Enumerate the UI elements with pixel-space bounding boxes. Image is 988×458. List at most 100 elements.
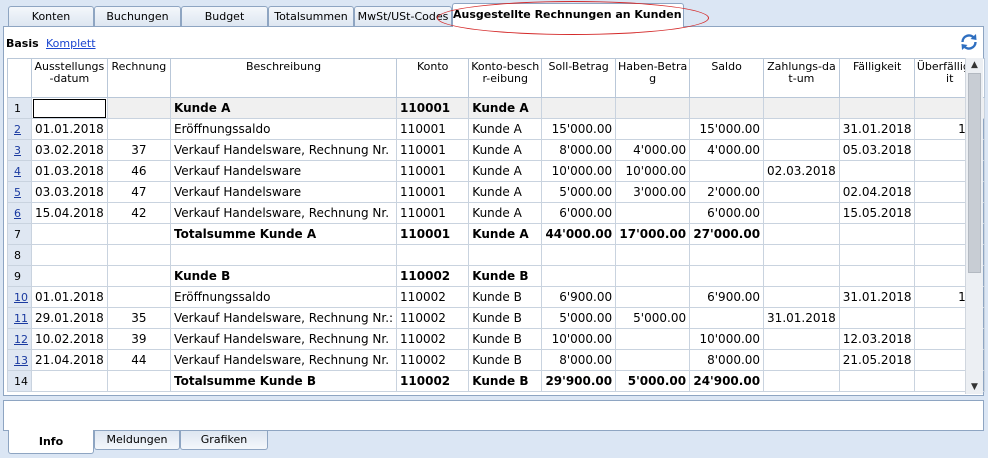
cell-ausstellungsdatum[interactable]: 10.02.2018 (31, 328, 108, 350)
cell-haben-betrag[interactable] (615, 118, 691, 140)
cell-ausstellungsdatum[interactable]: 15.04.2018 (31, 202, 108, 224)
cell-soll-betrag[interactable] (541, 244, 617, 266)
cell-saldo[interactable]: 15'000.00 (689, 118, 765, 140)
cell-ausstellungsdatum[interactable] (31, 370, 108, 392)
header-zahlungsdatum[interactable]: Zahlungs-dat-um (763, 58, 840, 98)
row-number[interactable]: 3 (7, 139, 32, 161)
cell-konto[interactable]: 110002 (396, 370, 470, 392)
cell-konto[interactable]: 110001 (396, 160, 470, 182)
row-number[interactable]: 4 (7, 160, 32, 182)
cell-ausstellungsdatum[interactable]: 21.04.2018 (31, 349, 108, 371)
cell-rechnung[interactable] (106, 97, 172, 119)
cell-soll-betrag[interactable] (541, 265, 617, 287)
row-number[interactable]: 9 (7, 265, 32, 287)
row-number[interactable]: 6 (7, 202, 32, 224)
header-saldo[interactable]: Saldo (689, 58, 765, 98)
cell-saldo[interactable]: 4'000.00 (689, 139, 765, 161)
cell-soll-betrag[interactable]: 15'000.00 (541, 118, 617, 140)
cell-zahlungsdatum[interactable] (763, 97, 840, 119)
cell-konto-beschreibung[interactable]: Kunde B (468, 307, 543, 329)
cell-zahlungsdatum[interactable] (763, 202, 840, 224)
cell-konto-beschreibung[interactable]: Kunde A (468, 181, 543, 203)
cell-rechnung[interactable]: 42 (106, 202, 172, 224)
header-haben-betrag[interactable]: Haben-Betrag (615, 58, 691, 98)
cell-faelligkeit[interactable] (838, 265, 916, 287)
table-row[interactable]: 12 10.02.2018 39 Verkauf Handelsware, Rechn… (7, 328, 985, 350)
cell-konto-beschreibung[interactable]: Kunde A (468, 97, 543, 119)
cell-saldo[interactable]: 2'000.00 (689, 181, 765, 203)
cell-konto-beschreibung[interactable]: Kunde B (468, 286, 543, 308)
cell-faelligkeit[interactable]: 21.05.2018 (838, 349, 916, 371)
tab-budget[interactable]: Budget (181, 6, 268, 26)
cell-zahlungsdatum[interactable] (763, 118, 840, 140)
cell-faelligkeit[interactable] (838, 97, 916, 119)
cell-saldo[interactable] (689, 160, 765, 182)
cell-rechnung[interactable]: 35 (106, 307, 172, 329)
cell-soll-betrag[interactable] (541, 97, 617, 119)
cell-faelligkeit[interactable] (838, 307, 916, 329)
cell-saldo[interactable]: 24'900.00 (689, 370, 765, 392)
cell-faelligkeit[interactable]: 15.05.2018 (838, 202, 916, 224)
cell-faelligkeit[interactable]: 12.03.2018 (838, 328, 916, 350)
cell-soll-betrag[interactable]: 5'000.00 (541, 181, 617, 203)
row-number[interactable]: 1 (7, 97, 32, 119)
cell-konto[interactable] (396, 244, 470, 266)
cell-rechnung[interactable] (106, 118, 172, 140)
table-row[interactable]: 6 15.04.2018 42 Verkauf Handelsware, Rechnu… (7, 202, 985, 224)
cell-faelligkeit[interactable]: 31.01.2018 (838, 286, 916, 308)
row-number[interactable]: 10 (7, 286, 32, 308)
cell-konto[interactable]: 110001 (396, 223, 470, 245)
scroll-up-icon[interactable]: ▲ (966, 58, 983, 72)
cell-ausstellungsdatum[interactable]: 01.01.2018 (31, 118, 108, 140)
cell-konto[interactable]: 110002 (396, 349, 470, 371)
cell-rechnung[interactable] (106, 223, 172, 245)
cell-ausstellungsdatum[interactable] (31, 97, 108, 119)
cell-haben-betrag[interactable] (615, 244, 691, 266)
header-ausstellungsdatum[interactable]: Ausstellungs-datum (31, 58, 108, 98)
cell-rechnung[interactable] (106, 370, 172, 392)
cell-faelligkeit[interactable] (838, 244, 916, 266)
cell-rechnung[interactable] (106, 244, 172, 266)
cell-saldo[interactable] (689, 265, 765, 287)
cell-konto[interactable]: 110002 (396, 328, 470, 350)
cell-beschreibung[interactable]: Verkauf Handelsware (169, 181, 398, 203)
cell-beschreibung[interactable]: Kunde B (169, 265, 398, 287)
cell-soll-betrag[interactable]: 6'900.00 (541, 286, 617, 308)
cell-ausstellungsdatum[interactable] (31, 223, 108, 245)
header-konto[interactable]: Konto (396, 58, 470, 98)
cell-beschreibung[interactable]: Verkauf Handelsware, Rechnung Nr. (169, 328, 398, 350)
tab-ausgestellte-rechnungen[interactable]: Ausgestellte Rechnungen an Kunden× (452, 3, 684, 27)
cell-rechnung[interactable]: 37 (106, 139, 172, 161)
cell-konto[interactable]: 110002 (396, 307, 470, 329)
header-rownum[interactable] (7, 58, 32, 98)
cell-haben-betrag[interactable]: 4'000.00 (615, 139, 691, 161)
tab-info[interactable]: Info (8, 430, 94, 454)
cell-rechnung[interactable] (106, 286, 172, 308)
cell-konto-beschreibung[interactable] (468, 244, 543, 266)
cell-zahlungsdatum[interactable]: 02.03.2018 (763, 160, 840, 182)
cell-faelligkeit[interactable]: 31.01.2018 (838, 118, 916, 140)
cell-konto-beschreibung[interactable]: Kunde A (468, 118, 543, 140)
row-number[interactable]: 12 (7, 328, 32, 350)
row-number[interactable]: 13 (7, 349, 32, 371)
cell-beschreibung[interactable]: Verkauf Handelsware (169, 160, 398, 182)
cell-konto-beschreibung[interactable]: Kunde A (468, 160, 543, 182)
table-row[interactable]: 9 Kunde B 110002 Kunde B (7, 265, 985, 287)
cell-beschreibung[interactable]: Verkauf Handelsware, Rechnung Nr.: (169, 307, 398, 329)
cell-konto[interactable]: 110002 (396, 286, 470, 308)
cell-beschreibung[interactable]: Totalsumme Kunde B (169, 370, 398, 392)
cell-haben-betrag[interactable]: 5'000.00 (615, 307, 691, 329)
cell-haben-betrag[interactable] (615, 328, 691, 350)
cell-soll-betrag[interactable]: 8'000.00 (541, 139, 617, 161)
cell-beschreibung[interactable]: Eröffnungssaldo (169, 286, 398, 308)
table-row[interactable]: 5 03.03.2018 47 Verkauf Handelsware 110001 Ku… (7, 181, 985, 203)
row-number[interactable]: 11 (7, 307, 32, 329)
header-rechnung[interactable]: Rechnung (106, 58, 172, 98)
cell-konto-beschreibung[interactable]: Kunde B (468, 328, 543, 350)
cell-beschreibung[interactable] (169, 244, 398, 266)
cell-zahlungsdatum[interactable] (763, 244, 840, 266)
cell-beschreibung[interactable]: Eröffnungssaldo (169, 118, 398, 140)
tab-totalsummen[interactable]: Totalsummen (268, 6, 354, 26)
cell-zahlungsdatum[interactable]: 31.01.2018 (763, 307, 840, 329)
cell-saldo[interactable]: 10'000.00 (689, 328, 765, 350)
